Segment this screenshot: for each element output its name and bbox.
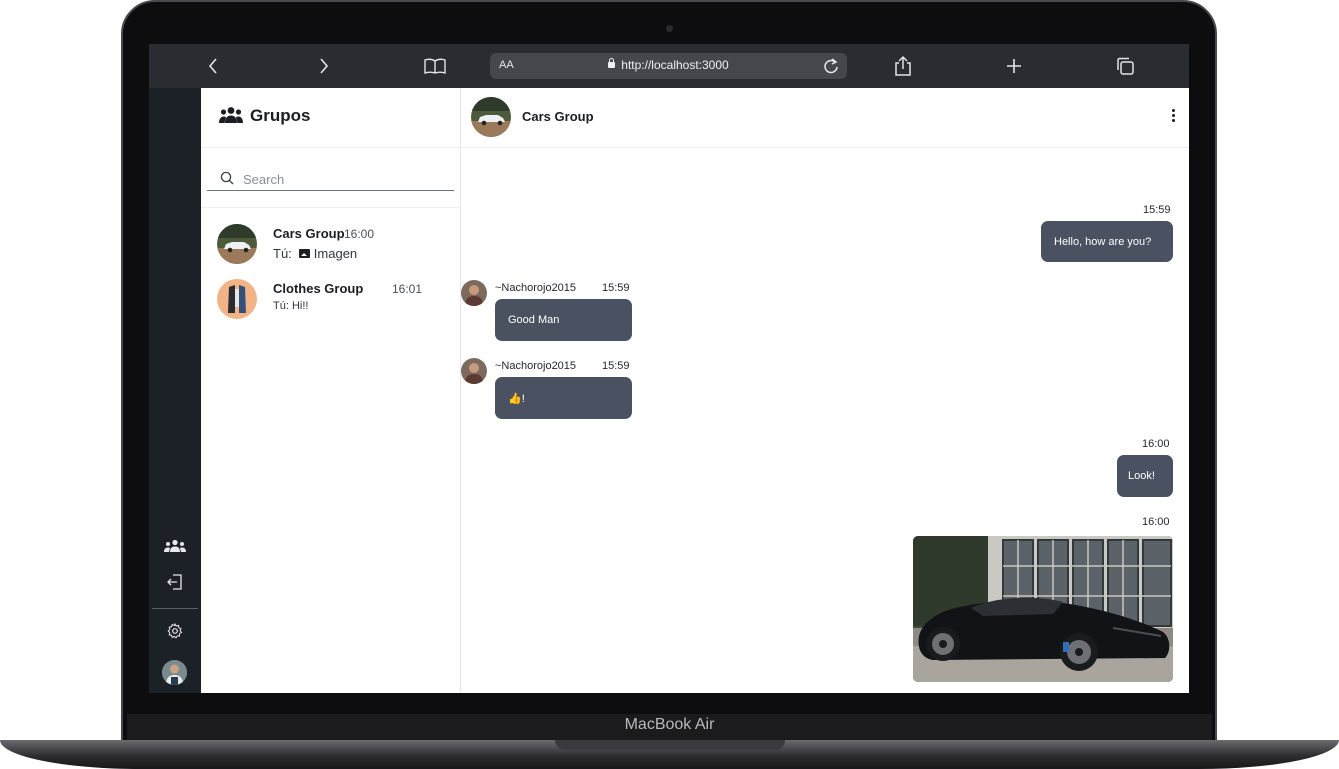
address-bar[interactable]: AA http://localhost:3000 xyxy=(490,53,847,79)
share-icon[interactable] xyxy=(893,54,913,78)
sidebar-header: Grupos xyxy=(201,88,460,148)
message-bubble-outgoing: Look! xyxy=(1117,455,1173,497)
sidebar-divider xyxy=(201,207,460,208)
laptop-notch xyxy=(555,740,785,750)
browser-toolbar: AA http://localhost:3000 xyxy=(149,44,1189,88)
search-icon xyxy=(220,171,234,185)
groups-icon xyxy=(219,106,243,126)
message-bubble-incoming: Good Man xyxy=(495,299,632,341)
url-display: http://localhost:3000 xyxy=(490,58,847,72)
chevron-right-icon[interactable] xyxy=(314,54,334,78)
tabs-icon[interactable] xyxy=(1115,54,1135,78)
conversation-item-clothes-group[interactable]: Clothes Group 16:01 Tú: Hi!! xyxy=(201,279,460,329)
groups-sidebar: Grupos Cars Group 16:00 Tú: Imagen xyxy=(201,88,461,693)
message-time: 15:59 xyxy=(602,360,630,372)
url-text: http://localhost:3000 xyxy=(621,58,729,72)
settings-icon[interactable] xyxy=(162,618,188,644)
search-input[interactable] xyxy=(243,169,443,189)
conversation-name: Clothes Group xyxy=(273,281,364,296)
plus-icon[interactable] xyxy=(1004,54,1024,78)
message-time: 16:00 xyxy=(1142,516,1170,528)
preview-prefix: Tú: xyxy=(273,300,289,312)
conversation-avatar xyxy=(217,224,257,264)
reload-icon[interactable] xyxy=(821,56,841,76)
search-box[interactable] xyxy=(207,167,454,191)
groups-icon[interactable] xyxy=(162,533,188,559)
message-time: 15:59 xyxy=(602,282,630,294)
sender-name: ~Nachorojo2015 xyxy=(495,360,577,372)
message-time: 16:00 xyxy=(1142,438,1170,450)
chat-panel: Cars Group 15:59 Hello, how are you? ~Na… xyxy=(461,88,1189,693)
sender-avatar[interactable] xyxy=(461,358,487,384)
conversation-avatar xyxy=(217,279,257,319)
device-brand: MacBook Air xyxy=(624,716,715,733)
more-options-icon[interactable] xyxy=(1169,109,1177,125)
lock-icon xyxy=(608,58,616,68)
preview-text: Imagen xyxy=(313,246,358,261)
chat-avatar[interactable] xyxy=(471,97,511,137)
message-bubble-outgoing: Hello, how are you? xyxy=(1041,221,1173,262)
laptop-mockup: MacBook Air AA http://localhost:3000 Gru… xyxy=(0,0,1339,769)
sender-name: ~Nachorojo2015 xyxy=(495,282,577,294)
chat-header: Cars Group xyxy=(461,88,1189,148)
conversation-preview: Tú: Imagen xyxy=(273,246,357,261)
logout-icon[interactable] xyxy=(162,569,188,595)
chat-title: Cars Group xyxy=(522,109,594,124)
user-avatar[interactable] xyxy=(162,660,187,685)
conversation-time: 16:00 xyxy=(344,227,375,241)
conversation-name: Cars Group xyxy=(273,226,345,241)
preview-prefix: Tú: xyxy=(273,246,292,261)
preview-text: Hi!! xyxy=(291,300,309,312)
conversation-preview: Tú: Hi!! xyxy=(273,300,308,312)
sidebar-title: Grupos xyxy=(250,106,311,125)
black-sports-car-photo[interactable] xyxy=(913,536,1173,682)
book-icon[interactable] xyxy=(423,54,447,78)
message-time: 15:59 xyxy=(1143,204,1171,216)
rail-divider xyxy=(152,608,198,609)
screen: AA http://localhost:3000 Grupos Search C… xyxy=(149,44,1189,693)
conversation-time: 16:01 xyxy=(392,282,423,296)
chevron-left-icon[interactable] xyxy=(203,54,223,78)
conversation-item-cars-group[interactable]: Cars Group 16:00 Tú: Imagen xyxy=(201,224,460,274)
camera xyxy=(666,25,673,32)
sender-avatar[interactable] xyxy=(461,280,487,306)
nav-rail xyxy=(149,88,201,693)
message-bubble-incoming: 👍! xyxy=(495,377,632,419)
image-icon xyxy=(298,249,310,258)
